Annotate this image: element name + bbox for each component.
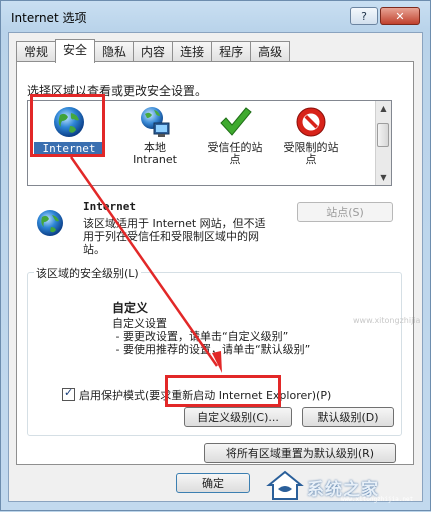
selected-zone-globe-icon bbox=[37, 210, 63, 236]
tab-strip: 常规 安全 隐私 内容 连接 程序 高级 bbox=[16, 39, 291, 63]
selected-zone-description: 该区域适用于 Internet 网站，但不适用于列在受信任和受限制区域中的网站。 bbox=[83, 217, 266, 256]
scroll-thumb[interactable] bbox=[377, 123, 389, 147]
zone-restricted-sites-label-2: 点 bbox=[305, 153, 317, 166]
zone-trusted-sites-label-2: 点 bbox=[229, 153, 241, 166]
selected-zone-name: Internet bbox=[83, 200, 136, 213]
watermark-logo-icon bbox=[266, 470, 304, 500]
local-intranet-icon bbox=[141, 107, 170, 137]
custom-level-button[interactable]: 自定义级别(C)... bbox=[184, 407, 292, 427]
tab-connections[interactable]: 连接 bbox=[172, 41, 213, 62]
tab-privacy[interactable]: 隐私 bbox=[94, 41, 135, 62]
tab-general[interactable]: 常规 bbox=[16, 41, 57, 62]
security-level-group: 该区域的安全级别(L) 自定义 自定义设置 - 要更改设置，请单击“自定义级别”… bbox=[27, 265, 402, 436]
zone-list-scrollbar[interactable]: ▲ ▼ bbox=[375, 101, 391, 185]
security-level-description: 自定义设置 - 要更改设置，请单击“自定义级别” - 要使用推荐的设置，请单击“… bbox=[112, 317, 311, 356]
window-title: Internet 选项 bbox=[11, 11, 87, 25]
tab-programs[interactable]: 程序 bbox=[211, 41, 252, 62]
default-level-button[interactable]: 默认级别(D) bbox=[302, 407, 394, 427]
tab-content[interactable]: 内容 bbox=[133, 41, 174, 62]
trusted-sites-check-icon bbox=[220, 107, 252, 136]
tab-advanced[interactable]: 高级 bbox=[250, 41, 291, 62]
security-level-group-title: 该区域的安全级别(L) bbox=[34, 265, 141, 281]
zone-restricted-sites[interactable]: 受限制的站 点 bbox=[276, 104, 346, 166]
custom-level-highlight-box bbox=[165, 375, 281, 407]
close-button[interactable]: ✕ bbox=[380, 7, 420, 25]
reset-all-zones-button[interactable]: 将所有区域重置为默认级别(R) bbox=[204, 443, 396, 463]
tab-security[interactable]: 安全 bbox=[55, 39, 96, 63]
scroll-down-arrow-icon[interactable]: ▼ bbox=[377, 171, 390, 184]
ok-button[interactable]: 确定 bbox=[176, 473, 250, 493]
sites-button[interactable]: 站点(S) bbox=[297, 202, 393, 222]
scroll-up-arrow-icon[interactable]: ▲ bbox=[377, 102, 390, 115]
zone-trusted-sites[interactable]: 受信任的站 点 bbox=[200, 104, 270, 166]
watermark-url: www.xitongzhijia.net bbox=[341, 496, 414, 503]
zone-local-intranet[interactable]: 本地 Intranet bbox=[120, 104, 190, 166]
site-watermark: 系统之家 www.xitongzhijia.net bbox=[263, 469, 423, 505]
ghost-watermark-url: www.xitongzhijia bbox=[353, 316, 421, 325]
restricted-sites-icon bbox=[296, 107, 326, 137]
protected-mode-checkbox[interactable] bbox=[62, 386, 75, 401]
title-bar[interactable]: Internet 选项 ? ✕ bbox=[1, 1, 430, 31]
internet-options-window: Internet 选项 ? ✕ 常规 安全 隐私 内容 连接 程序 高级 选择区… bbox=[0, 0, 431, 511]
zone-local-intranet-label-2: Intranet bbox=[133, 153, 177, 166]
help-button[interactable]: ? bbox=[350, 7, 378, 25]
internet-zone-highlight-box bbox=[30, 94, 105, 157]
security-level-name: 自定义 bbox=[112, 301, 149, 315]
